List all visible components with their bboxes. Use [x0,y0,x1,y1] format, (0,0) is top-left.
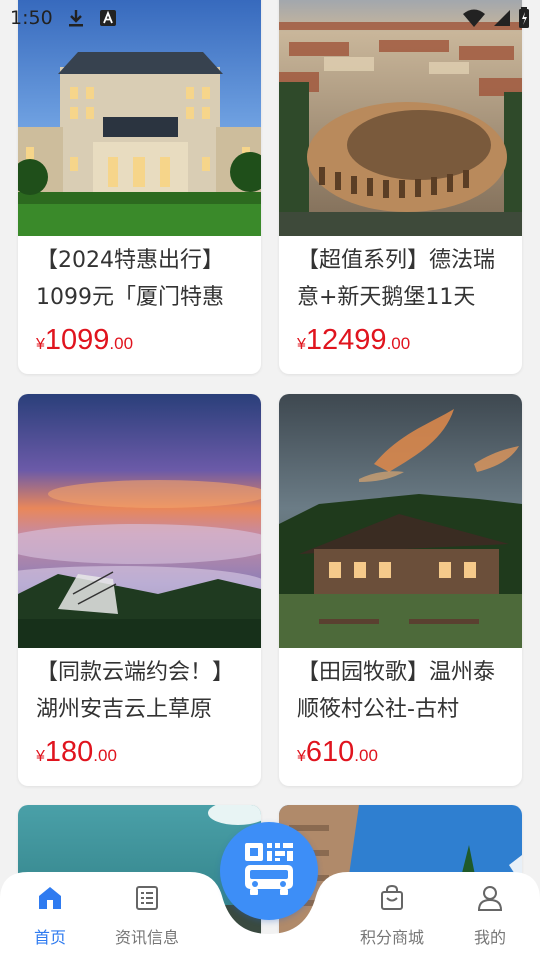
nav-label-news: 资讯信息 [114,928,179,947]
home-icon [36,884,64,916]
price-currency: ¥ [297,748,306,765]
price-decimal: .00 [109,334,134,353]
product-price: ¥12499.00 [279,322,522,374]
product-card[interactable]: 【2024特惠出行】1099元「厦门特惠 ¥1099.00 [18,0,261,374]
product-card[interactable]: 【超值系列】德法瑞意+新天鹅堡11天 ¥12499.00 [279,0,522,374]
nav-label-points-mall: 积分商城 [359,928,424,947]
keyboard-a-icon [99,9,117,27]
product-card[interactable]: 【田园牧歌】温州泰顺筱村公社-古村 ¥610.00 [279,394,522,786]
nav-item-news[interactable]: 资讯信息 [97,884,197,948]
product-price: ¥610.00 [279,734,522,786]
price-decimal: .00 [354,746,378,765]
price-currency: ¥ [36,336,45,353]
bus-qr-icon [241,841,297,901]
price-integer: 180 [44,736,94,768]
news-icon [133,884,161,916]
download-icon [67,8,85,28]
product-title: 【田园牧歌】温州泰顺筱村公社-古村 [297,660,496,722]
shopping-bag-icon [378,884,406,916]
status-bar: 1:50 [0,0,540,36]
price-integer: 12499 [305,324,387,356]
person-icon [476,884,504,916]
price-integer: 610 [305,736,355,768]
signal-icon [492,8,512,28]
nav-label-profile: 我的 [473,928,506,947]
scan-bus-button[interactable] [220,822,318,920]
price-integer: 1099 [44,324,110,356]
nav-item-home[interactable]: 首页 [0,884,100,948]
wifi-icon [462,8,486,28]
price-decimal: .00 [386,334,411,353]
product-title: 【同款云端约会！】湖州安吉云上草原 [36,660,235,722]
battery-icon [518,7,530,29]
price-currency: ¥ [36,748,45,765]
product-price: ¥1099.00 [18,322,261,374]
nav-item-profile[interactable]: 我的 [440,884,540,948]
product-price: ¥180.00 [18,734,261,786]
product-feed: 【2024特惠出行】1099元「厦门特惠 ¥1099.00 【超值系列】德法瑞意… [0,0,540,960]
product-title: 【超值系列】德法瑞意+新天鹅堡11天 [297,248,496,310]
price-decimal: .00 [93,746,117,765]
nav-label-home: 首页 [33,928,66,947]
product-card[interactable]: 【同款云端约会！】湖州安吉云上草原 ¥180.00 [18,394,261,786]
product-image [18,394,261,648]
nav-item-points-mall[interactable]: 积分商城 [342,884,442,948]
product-title: 【2024特惠出行】1099元「厦门特惠 [36,248,224,310]
price-currency: ¥ [297,336,306,353]
product-image [279,394,522,648]
status-time: 1:50 [10,7,53,29]
